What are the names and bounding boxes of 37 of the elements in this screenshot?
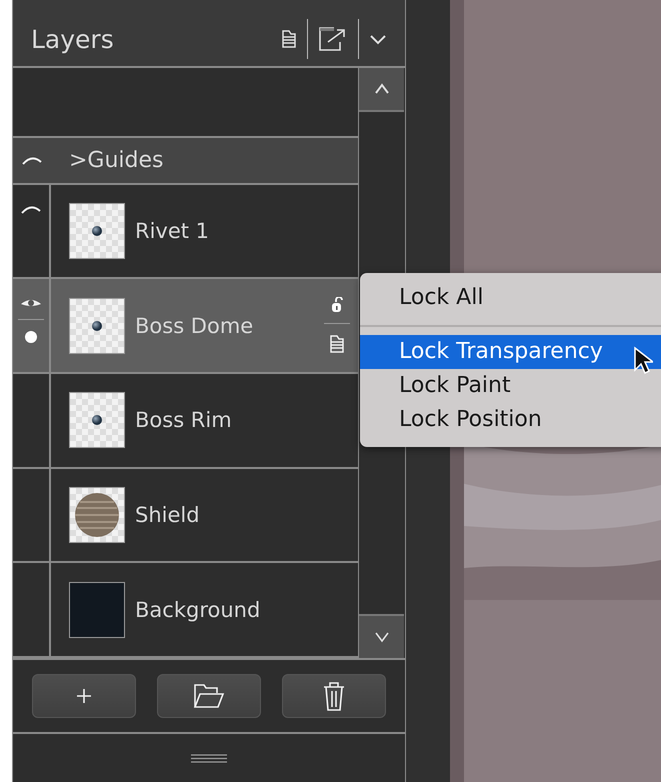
export-icon[interactable] bbox=[318, 25, 348, 53]
layer-name: Shield bbox=[135, 502, 200, 527]
plus-icon bbox=[74, 687, 93, 705]
layer-row[interactable]: Boss Dome bbox=[13, 279, 358, 374]
pointer-icon bbox=[633, 346, 653, 376]
layer-row[interactable]: Boss Rim bbox=[13, 374, 358, 469]
unlocked-icon[interactable] bbox=[330, 297, 344, 314]
chevron-up-icon bbox=[374, 83, 390, 95]
delete-button[interactable] bbox=[282, 674, 386, 718]
menu-item[interactable]: Lock Paint bbox=[360, 369, 661, 403]
active-dot-icon[interactable] bbox=[24, 330, 38, 344]
layer-thumbnail bbox=[69, 486, 125, 543]
layer-name: Boss Dome bbox=[135, 314, 254, 338]
trash-icon bbox=[322, 680, 346, 712]
chevron-down-icon[interactable] bbox=[369, 33, 387, 45]
resize-grip-icon[interactable] bbox=[191, 754, 227, 762]
layer-thumbnail bbox=[69, 582, 125, 638]
folder-icon bbox=[192, 682, 225, 710]
list-icon[interactable] bbox=[329, 334, 345, 354]
layer-name: >Guides bbox=[69, 148, 164, 173]
layer-row[interactable]: Shield bbox=[13, 468, 358, 564]
menu-item[interactable]: Lock Position bbox=[360, 403, 661, 437]
layer-name: Boss Rim bbox=[135, 408, 232, 432]
scroll-up-button[interactable] bbox=[359, 68, 404, 112]
layer-name: Rivet 1 bbox=[135, 218, 210, 243]
list-icon[interactable] bbox=[281, 29, 297, 49]
chevron-down-icon bbox=[374, 631, 390, 643]
layer-thumbnail bbox=[69, 392, 125, 448]
layer-name: Background bbox=[135, 598, 260, 622]
layer-thumbnail bbox=[69, 202, 125, 259]
group-row[interactable]: >Guides bbox=[13, 138, 358, 185]
menu-item[interactable]: Lock Transparency bbox=[360, 335, 661, 369]
panel-title: Layers bbox=[31, 24, 114, 54]
folder-button[interactable] bbox=[156, 674, 261, 718]
layer-thumbnail bbox=[69, 298, 125, 354]
layer-row[interactable]: Background bbox=[13, 563, 358, 658]
menu-item[interactable]: Lock All bbox=[360, 281, 661, 315]
